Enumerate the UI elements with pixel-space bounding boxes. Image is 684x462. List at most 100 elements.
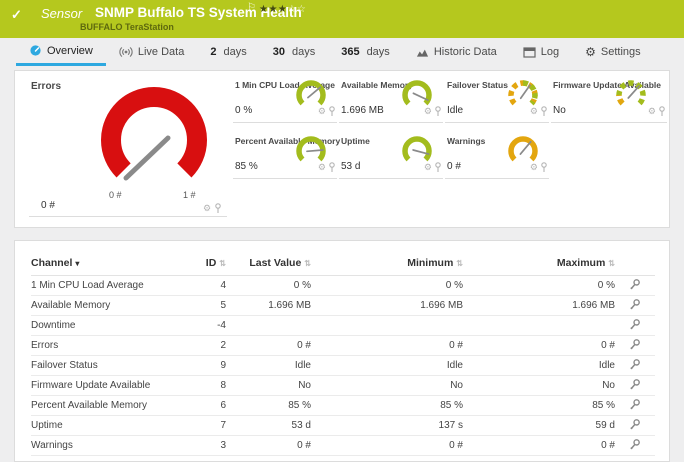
gear-icon: ⚙: [585, 45, 596, 59]
gear-icon[interactable]: ⚙: [530, 163, 538, 172]
errors-gauge-dial: [101, 87, 207, 181]
channel-settings-wrench-icon[interactable]: [629, 298, 641, 310]
channel-name: Warnings: [31, 435, 186, 456]
channel-last-value: 85 %: [226, 395, 311, 416]
gear-icon[interactable]: ⚙: [530, 107, 538, 116]
tab-settings[interactable]: ⚙ Settings: [572, 38, 654, 66]
column-header-maximum[interactable]: Maximum ⇅: [463, 241, 615, 276]
channel-last-value: 0 #: [226, 335, 311, 356]
tab-365-days[interactable]: 365 days: [328, 38, 403, 66]
channel-minimum: 85 %: [311, 395, 463, 416]
pin-icon[interactable]: [540, 106, 548, 117]
channel-settings-wrench-icon[interactable]: [629, 378, 641, 390]
channel-settings-wrench-icon[interactable]: [629, 398, 641, 410]
gear-icon[interactable]: ⚙: [318, 107, 326, 116]
channel-last-value: 1.696 MB: [226, 295, 311, 316]
channel-name: Failover Status: [31, 355, 186, 376]
tile-value: 53 d: [341, 161, 361, 172]
flag-icon[interactable]: ⚐: [247, 2, 256, 13]
mini-gauge-warnings[interactable]: Warnings 0 # ⚙: [445, 129, 549, 179]
tile-value: 1.696 MB: [341, 105, 384, 116]
tab-number: 30: [272, 46, 285, 58]
channel-minimum: 0 #: [311, 435, 463, 456]
channel-last-value: 53 d: [226, 415, 311, 436]
sort-icon: ⇅: [456, 259, 463, 268]
mini-gauge-firmware-update[interactable]: Firmware Update Available No ⚙: [551, 73, 667, 123]
table-row: Errors 2 0 # 0 # 0 #: [31, 335, 655, 356]
channel-settings-wrench-icon[interactable]: [629, 318, 641, 330]
channel-name: Percent Available Memory: [31, 395, 186, 416]
mini-gauge-cpu-load[interactable]: 1 Min CPU Load Average 0 % ⚙: [233, 73, 337, 123]
table-row: Available Memory 5 1.696 MB 1.696 MB 1.6…: [31, 295, 655, 316]
sensor-kind-label: Sensor: [41, 6, 83, 21]
column-header-channel[interactable]: Channel ▾: [31, 241, 186, 276]
column-header-minimum[interactable]: Minimum ⇅: [311, 241, 463, 276]
channel-settings-wrench-icon[interactable]: [629, 358, 641, 370]
channel-id: -4: [186, 315, 226, 336]
priority-stars[interactable]: ★★★☆☆: [259, 4, 306, 15]
channel-id: 9: [186, 355, 226, 376]
mini-gauge-uptime[interactable]: Uptime 53 d ⚙: [339, 129, 443, 179]
gear-icon[interactable]: ⚙: [648, 107, 656, 116]
pin-icon[interactable]: [434, 106, 442, 117]
sort-caret-icon: ▾: [75, 259, 80, 268]
table-row: Percent Available Memory 6 85 % 85 % 85 …: [31, 395, 655, 416]
tab-overview[interactable]: Overview: [16, 38, 106, 66]
channel-last-value: Idle: [226, 355, 311, 376]
pin-icon[interactable]: [328, 162, 336, 173]
parent-device-name[interactable]: BUFFALO TeraStation: [80, 22, 174, 32]
pin-icon[interactable]: [434, 162, 442, 173]
gear-icon[interactable]: ⚙: [318, 163, 326, 172]
mini-gauge-available-memory[interactable]: Available Memory 1.696 MB ⚙: [339, 73, 443, 123]
tab-number: 365: [341, 46, 360, 58]
pin-icon[interactable]: [658, 106, 666, 117]
tile-value: 0 %: [235, 105, 253, 116]
tab-historic-data[interactable]: Historic Data: [403, 38, 510, 66]
tile-value: Idle: [447, 105, 464, 116]
status-check-icon: ✓: [11, 7, 22, 22]
channel-settings-wrench-icon[interactable]: [629, 278, 641, 290]
channel-name: Errors: [31, 335, 186, 356]
table-row: Downtime -4: [31, 315, 655, 336]
channel-minimum: 1.696 MB: [311, 295, 463, 316]
channel-settings-wrench-icon[interactable]: [629, 418, 641, 430]
channel-maximum: 1.696 MB: [463, 295, 615, 316]
gear-icon[interactable]: ⚙: [424, 107, 432, 116]
divider: [29, 216, 227, 217]
tab-number: 2: [210, 46, 217, 58]
tab-log[interactable]: Log: [510, 38, 572, 66]
pin-icon[interactable]: [214, 203, 222, 214]
column-header-last-value[interactable]: Last Value ⇅: [226, 241, 311, 276]
mini-gauge-percent-available-memory[interactable]: Percent Available Memory 85 % ⚙: [233, 129, 340, 179]
channel-settings-wrench-icon[interactable]: [629, 438, 641, 450]
channel-minimum: Idle: [311, 355, 463, 376]
column-header-tools: [615, 241, 655, 276]
table-row: Failover Status 9 Idle Idle Idle: [31, 355, 655, 376]
tab-30-days[interactable]: 30 days: [260, 38, 329, 66]
tab-label: Live Data: [137, 46, 185, 58]
priority-stars-filled[interactable]: ★★★: [259, 4, 287, 15]
channel-maximum: 0 #: [463, 435, 615, 456]
gear-icon[interactable]: ⚙: [203, 204, 211, 213]
gauge-needle: [123, 135, 171, 181]
pin-icon[interactable]: [328, 106, 336, 117]
tab-2-days[interactable]: 2 days: [197, 38, 259, 66]
channel-maximum: No: [463, 375, 615, 396]
channel-settings-wrench-icon[interactable]: [629, 338, 641, 350]
channel-name: Uptime: [31, 415, 186, 436]
tab-label: Settings: [600, 46, 641, 58]
tile-value: 85 %: [235, 161, 258, 172]
area-chart-icon: [416, 49, 428, 57]
column-header-id[interactable]: ID ⇅: [186, 241, 226, 276]
channel-last-value: [226, 315, 311, 336]
channel-name: Downtime: [31, 315, 186, 336]
mini-gauge-failover-status[interactable]: Failover Status Idle ⚙: [445, 73, 549, 123]
broadcast-icon: [119, 47, 133, 57]
channel-maximum: [463, 315, 615, 336]
tab-live-data[interactable]: Live Data: [106, 38, 197, 66]
priority-stars-empty[interactable]: ☆☆: [287, 4, 306, 15]
tile-title: Uptime: [341, 136, 370, 146]
pin-icon[interactable]: [540, 162, 548, 173]
gear-icon[interactable]: ⚙: [424, 163, 432, 172]
table-row: Uptime 7 53 d 137 s 59 d: [31, 415, 655, 436]
